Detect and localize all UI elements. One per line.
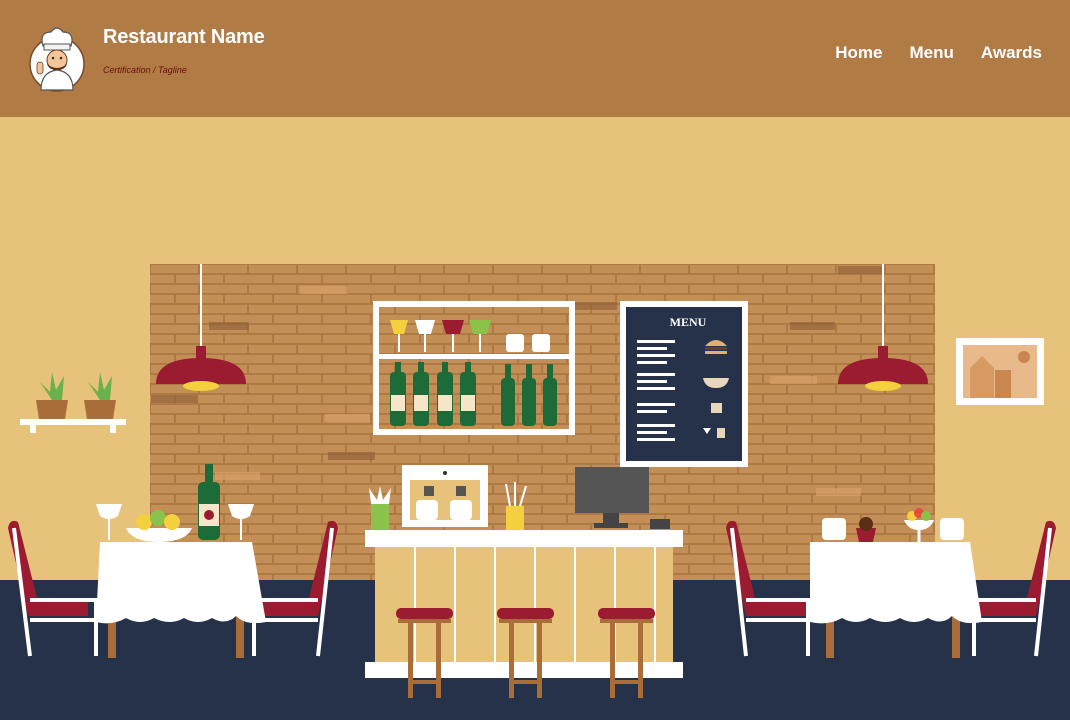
wall-picture	[956, 338, 1044, 405]
main-nav: Home Menu Awards	[835, 43, 1042, 63]
nav-menu[interactable]: Menu	[910, 43, 954, 63]
site-header: Restaurant Name Certification / Tagline …	[0, 0, 1070, 117]
nav-home[interactable]: Home	[835, 43, 882, 63]
coffee-machine	[402, 465, 488, 527]
site-title[interactable]: Restaurant Name	[103, 26, 265, 49]
nav-awards[interactable]: Awards	[981, 43, 1042, 63]
hero-illustration: MENU	[0, 117, 1070, 720]
chalkboard-title: MENU	[670, 315, 707, 329]
site-tagline: Certification / Tagline	[103, 65, 187, 75]
menu-chalkboard: MENU	[620, 301, 748, 467]
chef-logo[interactable]	[29, 24, 85, 92]
